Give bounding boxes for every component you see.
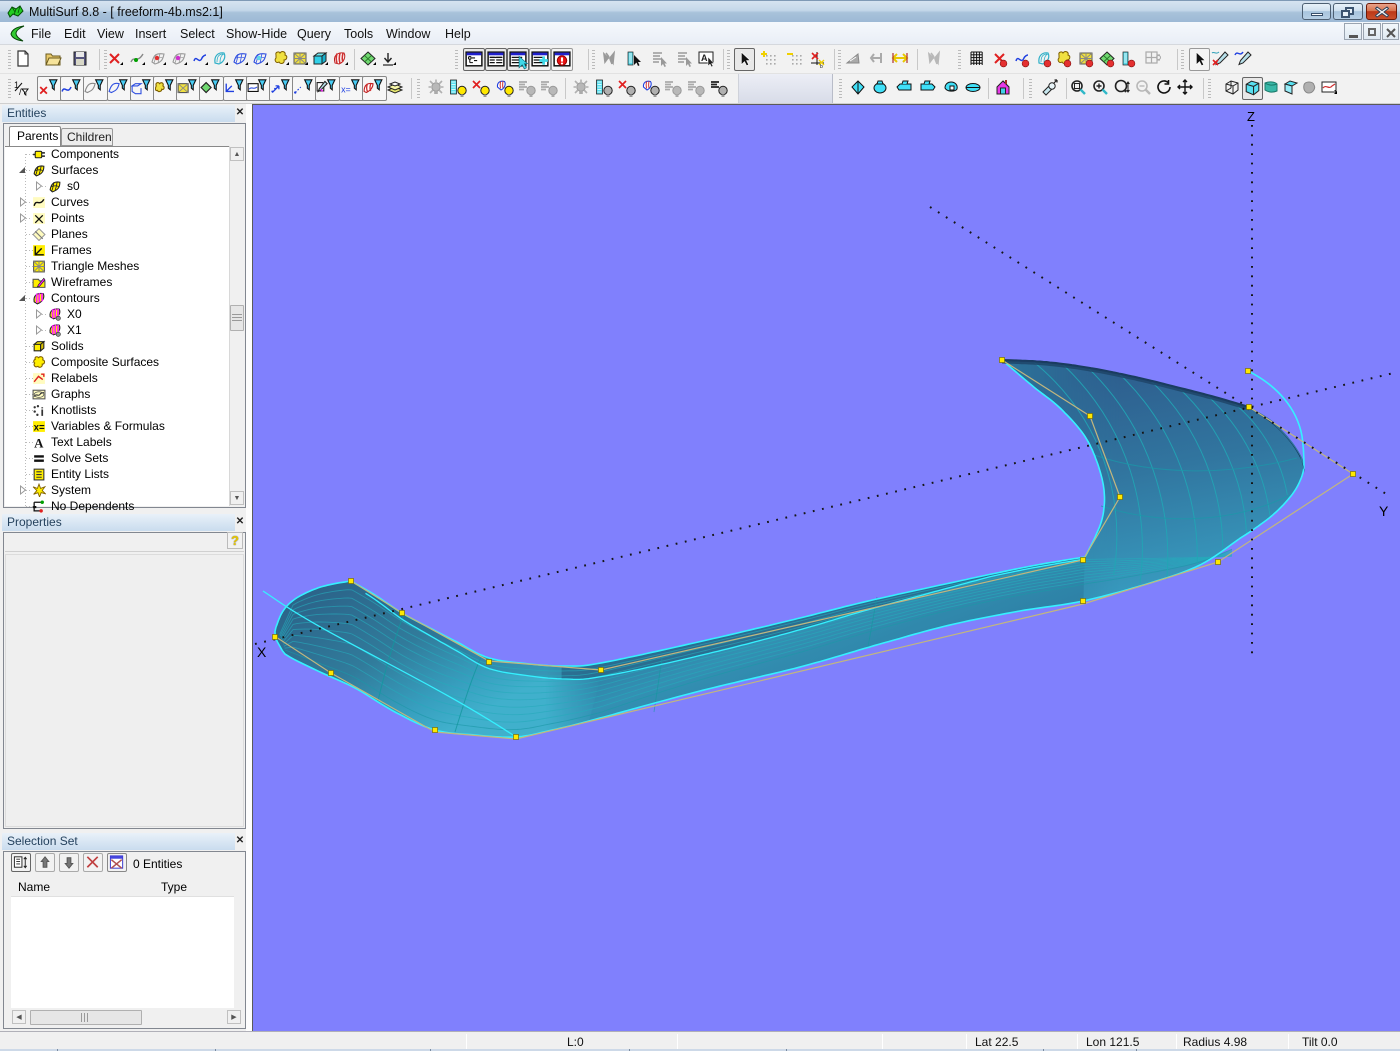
svg-text:Z: Z	[1247, 109, 1255, 124]
svg-text:x=: x=	[34, 422, 45, 433]
svg-text:X: X	[257, 644, 267, 660]
svg-text:x=: x=	[341, 85, 351, 95]
svg-text:b: b	[820, 64, 823, 69]
svg-text:A: A	[34, 435, 44, 449]
svg-text:Y: Y	[1379, 503, 1389, 519]
svg-text:A: A	[701, 53, 708, 63]
